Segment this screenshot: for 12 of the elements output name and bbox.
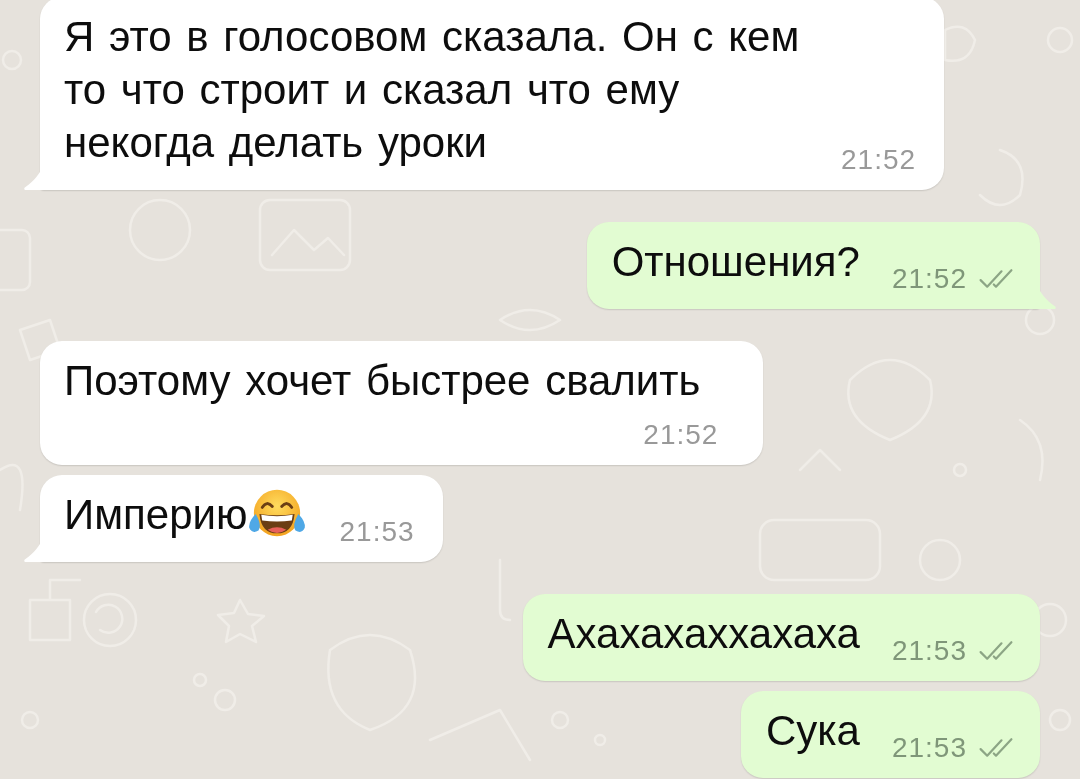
message-time: 21:52 bbox=[643, 418, 719, 452]
message-text: Империю bbox=[64, 491, 248, 538]
message-time: 21:53 bbox=[891, 731, 967, 765]
message-time: 21:53 bbox=[891, 634, 967, 668]
message-text: Поэтому хочет быстрее свалить bbox=[64, 357, 701, 404]
message-text: Ахахахаххахаха bbox=[547, 610, 860, 657]
message-time: 21:53 bbox=[339, 515, 415, 549]
message-time: 21:52 bbox=[841, 143, 917, 177]
message-time: 21:52 bbox=[891, 262, 967, 296]
message-text: Я это в голосовом сказала. Он с кем то что строит и сказал что ему некогда делать уроки bbox=[64, 13, 800, 166]
message-text: Сука bbox=[765, 707, 860, 754]
message-text: Отношения? bbox=[611, 238, 860, 285]
